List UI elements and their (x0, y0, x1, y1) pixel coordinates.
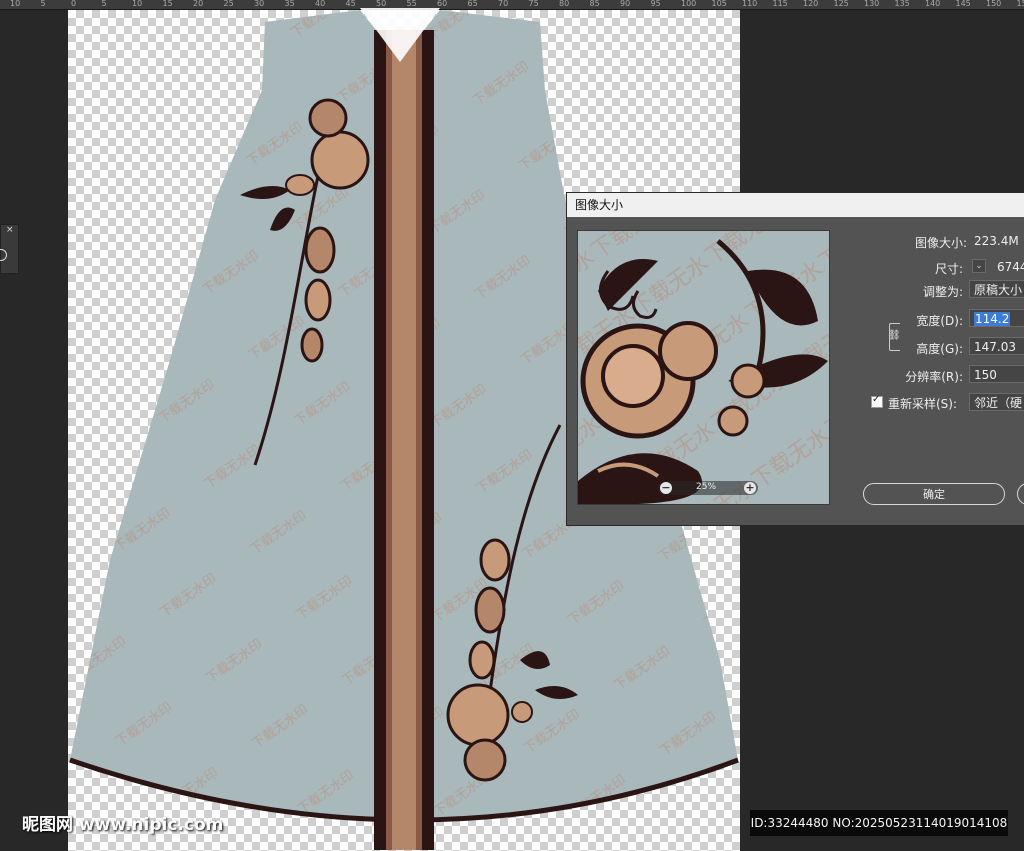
minus-icon[interactable]: − (660, 482, 672, 494)
floating-panel-stub[interactable]: × (0, 224, 19, 274)
preview-zoom-control: − 25% + (658, 481, 758, 495)
dimensions-value: 6744 (997, 260, 1024, 274)
width-input[interactable]: 114.2 (969, 309, 1024, 327)
link-icon[interactable]: ⛓ (888, 323, 901, 351)
resample-checkbox[interactable] (871, 394, 883, 408)
chevron-down-icon[interactable]: ⌄ (972, 259, 986, 273)
plus-icon[interactable]: + (744, 482, 756, 494)
preview-artwork: 下载无水印 (578, 231, 829, 504)
image-size-value: 223.4M (974, 234, 1019, 248)
dialog-preview[interactable]: 下载无水印 − 25% + (577, 230, 830, 505)
resample-label: 重新采样(S): (888, 397, 958, 411)
ok-button[interactable]: 确定 (863, 483, 1005, 505)
site-logo: 昵图网 www.nipic.com (22, 815, 224, 835)
placket-chain (386, 30, 422, 850)
close-icon[interactable]: × (6, 225, 14, 235)
cancel-button[interactable] (1017, 483, 1024, 505)
circle-icon (0, 249, 7, 261)
resample-select[interactable]: 邻近（硬 (969, 393, 1024, 411)
height-input[interactable]: 147.03 (969, 337, 1024, 355)
zoom-level: 25% (696, 482, 717, 492)
resolution-input[interactable]: 150 (969, 365, 1024, 383)
image-id-bar: ID:33244480 NO:20250523114019014108 (750, 810, 1008, 836)
dialog-title[interactable]: 图像大小 (567, 193, 1024, 217)
image-size-dialog: 图像大小 下载无水印 − 25% (566, 192, 1024, 526)
fit-to-select[interactable]: 原稿大小 (969, 280, 1024, 298)
